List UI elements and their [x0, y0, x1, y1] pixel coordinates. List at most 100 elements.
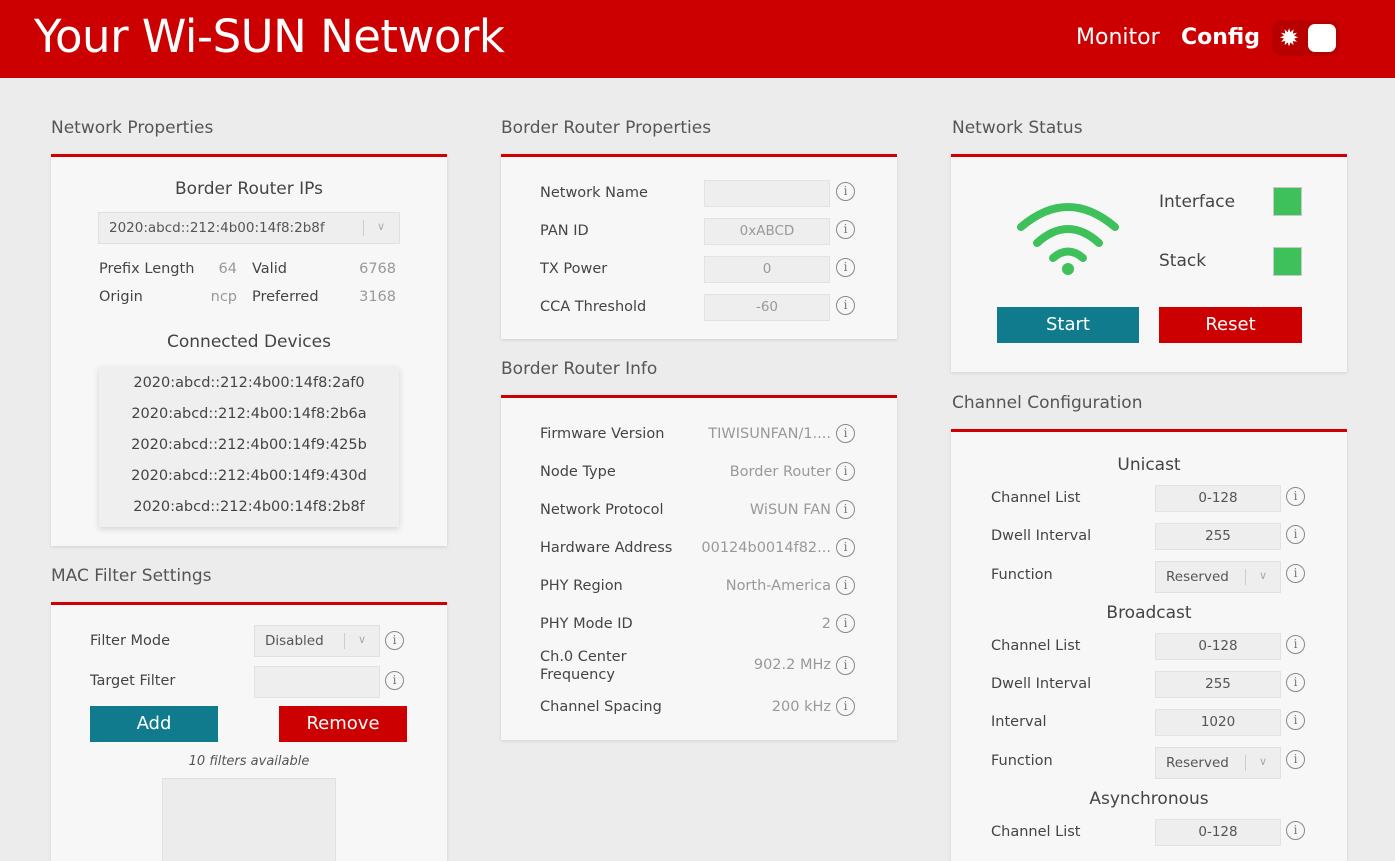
bc-interval-label: Interval	[991, 714, 1047, 730]
info-icon[interactable]: i	[1286, 564, 1305, 583]
channel-config-card: Unicast Channel List 0-128 i Dwell Inter…	[951, 429, 1347, 861]
br-properties-title: Border Router Properties	[501, 118, 712, 138]
list-item[interactable]: 2020:abcd::212:4b00:14f8:2af0	[99, 375, 399, 391]
remove-filter-button[interactable]: Remove	[279, 706, 407, 742]
bc-dwell-label: Dwell Interval	[991, 676, 1092, 692]
add-filter-button[interactable]: Add	[90, 706, 218, 742]
info-icon[interactable]: i	[385, 671, 404, 690]
info-icon[interactable]: i	[836, 500, 855, 519]
br-properties-card: Network Name i PAN ID 0xABCD i TX Power …	[501, 154, 897, 339]
connected-devices-list[interactable]: 2020:abcd::212:4b00:14f8:2af0 2020:abcd:…	[99, 367, 399, 527]
uc-channel-list-field[interactable]: 0-128	[1155, 485, 1281, 512]
chevron-down-icon: ∨	[1258, 755, 1268, 768]
stack-label: Stack	[1159, 251, 1207, 271]
info-value-hw-address: 00124b0014f82...	[701, 540, 831, 556]
info-value-phy-mode: 2	[821, 616, 831, 632]
info-icon[interactable]: i	[1286, 487, 1305, 506]
uc-function-value: Reserved	[1166, 569, 1229, 585]
info-icon[interactable]: i	[836, 538, 855, 557]
reset-button[interactable]: Reset	[1159, 307, 1302, 343]
uc-channel-list-label: Channel List	[991, 490, 1081, 506]
info-icon[interactable]: i	[1286, 673, 1305, 692]
info-icon[interactable]: i	[836, 258, 855, 277]
info-icon[interactable]: i	[836, 462, 855, 481]
info-value-protocol: WiSUN FAN	[749, 502, 831, 518]
pan-id-label: PAN ID	[540, 223, 589, 239]
bc-dwell-field[interactable]: 255	[1155, 671, 1281, 698]
info-value-node-type: Border Router	[729, 464, 831, 480]
nav-config[interactable]: Config	[1181, 25, 1260, 50]
async-channel-list-label: Channel List	[991, 824, 1081, 840]
origin-value: ncp	[210, 289, 237, 305]
prefix-length-label: Prefix Length	[99, 261, 195, 277]
info-icon[interactable]: i	[1286, 635, 1305, 654]
network-status-title: Network Status	[952, 118, 1083, 138]
theme-toggle[interactable]: ✹	[1272, 20, 1340, 56]
network-name-field[interactable]	[704, 180, 830, 207]
chevron-down-icon: ∨	[376, 220, 386, 233]
filter-mode-select[interactable]: Disabled ∨	[254, 625, 380, 657]
bc-function-select[interactable]: Reserved ∨	[1155, 747, 1281, 779]
network-name-label: Network Name	[540, 185, 648, 201]
info-value-channel-spacing: 200 kHz	[771, 699, 831, 715]
list-item[interactable]: 2020:abcd::212:4b00:14f9:430d	[99, 468, 399, 484]
info-label-protocol: Network Protocol	[540, 502, 664, 518]
uc-function-select[interactable]: Reserved ∨	[1155, 561, 1281, 593]
list-item[interactable]: 2020:abcd::212:4b00:14f8:2b8f	[99, 499, 399, 515]
select-divider	[1245, 755, 1246, 771]
tx-power-field[interactable]: 0	[704, 256, 830, 283]
preferred-label: Preferred	[252, 289, 319, 305]
broadcast-heading: Broadcast	[1106, 603, 1192, 623]
bc-interval-field[interactable]: 1020	[1155, 709, 1281, 736]
async-heading: Asynchronous	[1089, 789, 1209, 809]
info-icon[interactable]: i	[836, 576, 855, 595]
app-title: Your Wi-SUN Network	[34, 10, 505, 63]
list-item[interactable]: 2020:abcd::212:4b00:14f8:2b6a	[99, 406, 399, 422]
target-filter-input[interactable]	[254, 666, 380, 698]
br-info-title: Border Router Info	[501, 359, 658, 379]
info-icon[interactable]: i	[385, 631, 404, 650]
stack-status-indicator	[1273, 247, 1302, 276]
info-icon[interactable]: i	[1286, 821, 1305, 840]
info-icon[interactable]: i	[836, 697, 855, 716]
info-icon[interactable]: i	[836, 220, 855, 239]
bc-channel-list-field[interactable]: 0-128	[1155, 633, 1281, 660]
cca-threshold-field[interactable]: -60	[704, 294, 830, 321]
async-channel-list-field[interactable]: 0-128	[1155, 819, 1281, 846]
uc-function-label: Function	[991, 567, 1053, 583]
filter-list[interactable]	[162, 778, 336, 861]
unicast-heading: Unicast	[1117, 455, 1181, 475]
uc-dwell-field[interactable]: 255	[1155, 523, 1281, 550]
interface-label: Interface	[1159, 192, 1236, 212]
border-router-ip-select[interactable]: 2020:abcd::212:4b00:14f8:2b8f ∨	[98, 212, 400, 244]
filters-available-note: 10 filters available	[188, 754, 310, 769]
pan-id-field[interactable]: 0xABCD	[704, 218, 830, 245]
mac-filter-card: Filter Mode Disabled ∨ i Target Filter i…	[51, 602, 447, 861]
sun-icon: ✹	[1279, 24, 1300, 52]
start-button[interactable]: Start	[997, 307, 1139, 343]
bc-channel-list-label: Channel List	[991, 638, 1081, 654]
info-icon[interactable]: i	[836, 296, 855, 315]
valid-label: Valid	[252, 261, 287, 277]
info-label-firmware: Firmware Version	[540, 426, 665, 442]
mac-filter-title: MAC Filter Settings	[51, 566, 212, 586]
info-icon[interactable]: i	[1286, 711, 1305, 730]
network-status-card: Interface Stack Start Reset	[951, 154, 1347, 372]
info-icon[interactable]: i	[836, 656, 855, 675]
info-icon[interactable]: i	[1286, 750, 1305, 769]
info-icon[interactable]: i	[836, 424, 855, 443]
network-properties-title: Network Properties	[51, 118, 214, 138]
info-icon[interactable]: i	[1286, 525, 1305, 544]
chevron-down-icon: ∨	[1258, 569, 1268, 582]
list-item[interactable]: 2020:abcd::212:4b00:14f9:425b	[99, 437, 399, 453]
channel-config-title: Channel Configuration	[952, 393, 1143, 413]
filter-mode-value: Disabled	[265, 633, 324, 649]
info-label-phy-region: PHY Region	[540, 578, 623, 594]
bc-function-value: Reserved	[1166, 755, 1229, 771]
bc-function-label: Function	[991, 753, 1053, 769]
info-icon[interactable]: i	[836, 614, 855, 633]
interface-status-indicator	[1273, 187, 1302, 216]
toggle-knob	[1308, 24, 1336, 52]
info-icon[interactable]: i	[836, 182, 855, 201]
nav-monitor[interactable]: Monitor	[1076, 25, 1160, 50]
